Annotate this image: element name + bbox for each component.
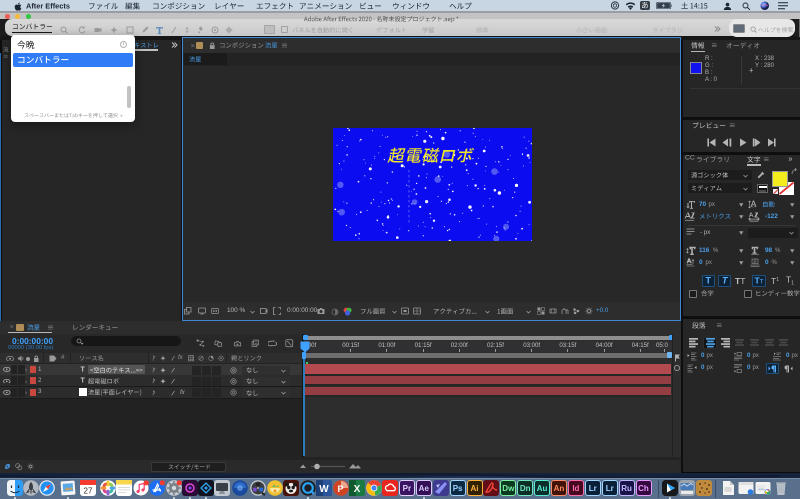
svg-text:X: X: [354, 484, 361, 495]
svg-text:P: P: [337, 484, 343, 494]
svg-text:27: 27: [84, 487, 93, 496]
svg-text:W: W: [320, 484, 330, 495]
